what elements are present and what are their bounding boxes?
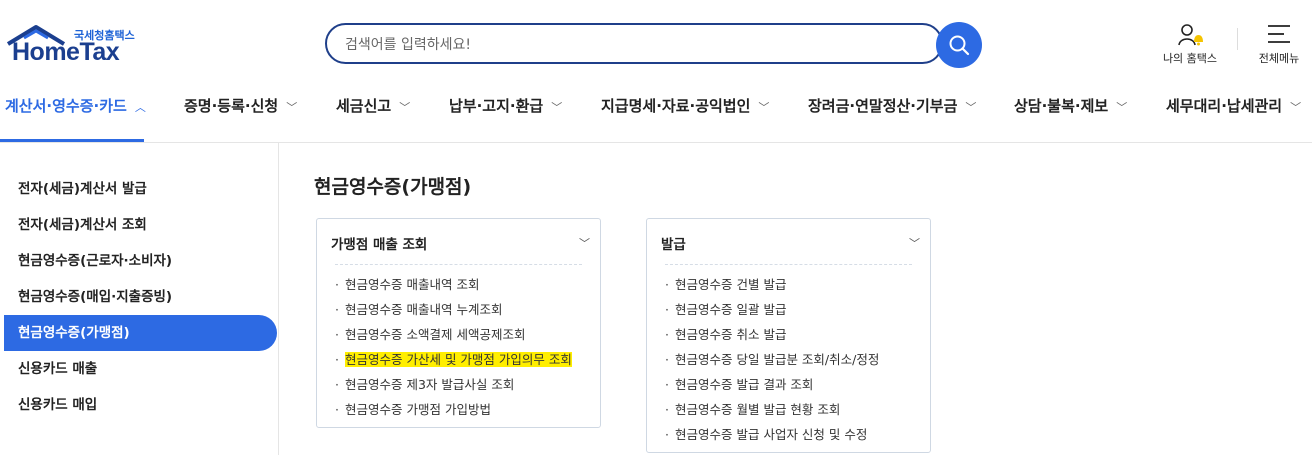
gnb-item-incentives[interactable]: 장려금·연말정산·기부금 ﹀ — [808, 95, 976, 116]
chevron-down-icon[interactable]: ﹀ — [579, 235, 590, 251]
list-item[interactable]: · 현금영수증 가맹점 가입방법 — [335, 397, 572, 422]
chevron-down-icon: ﹀ — [399, 101, 411, 114]
gnb-item-label: 세금신고 — [336, 97, 392, 115]
chevron-down-icon: ﹀ — [758, 101, 770, 114]
card-divider — [335, 264, 582, 265]
chevron-down-icon: ﹀ — [1290, 101, 1302, 114]
sidebar-item-e-invoice-inquiry[interactable]: 전자(세금)계산서 조회 — [0, 207, 277, 243]
chevron-down-icon: ﹀ — [551, 101, 563, 114]
all-menu-button[interactable]: 전체메뉴 — [1252, 20, 1306, 66]
global-nav: 계산서·영수증·카드 ︿ 증명·등록·신청 ﹀ 세금신고 ﹀ 납부·고지·환급 ﹀ 지급… — [0, 80, 1312, 143]
card-issuance: 발급 ﹀ · 현금영수증 건별 발급 · 현금영수증 일괄 발급 · 현금영수증 취소… — [646, 218, 931, 453]
sidebar-item-credit-card-sales[interactable]: 신용카드 매출 — [0, 351, 277, 387]
search-box — [325, 23, 943, 64]
hometax-logo[interactable]: 국세청홈택스 HomeTax — [6, 24, 146, 68]
list-item[interactable]: · 현금영수증 당일 발급분 조회/취소/정정 — [665, 347, 879, 372]
my-hometax-button[interactable]: 나의 홈택스 — [1158, 20, 1222, 66]
list-item[interactable]: · 현금영수증 발급 사업자 신청 및 수정 — [665, 422, 879, 447]
gnb-item-label: 상담·불복·제보 — [1014, 97, 1109, 115]
sidebar-item-e-invoice-issue[interactable]: 전자(세금)계산서 발급 — [0, 171, 277, 207]
chevron-down-icon: ﹀ — [286, 101, 298, 114]
card-divider — [665, 264, 912, 265]
sidebar-item-cash-receipt-merchant[interactable]: 현금영수증(가맹점) — [4, 315, 277, 351]
hamburger-icon — [1268, 25, 1290, 43]
gnb-item-tax-return[interactable]: 세금신고 ﹀ — [336, 95, 410, 116]
side-nav: 전자(세금)계산서 발급 전자(세금)계산서 조회 현금영수증(근로자·소비자)… — [0, 143, 279, 455]
search-button[interactable] — [936, 22, 982, 68]
list-item[interactable]: · 현금영수증 취소 발급 — [665, 322, 879, 347]
all-menu-label: 전체메뉴 — [1258, 52, 1300, 65]
list-item[interactable]: · 현금영수증 매출내역 조회 — [335, 272, 572, 297]
gnb-item-label: 세무대리·납세관리 — [1166, 97, 1283, 115]
list-item[interactable]: · 현금영수증 월별 발급 현황 조회 — [665, 397, 879, 422]
gnb-item-label: 장려금·연말정산·기부금 — [808, 97, 958, 115]
sidebar-item-credit-card-purchase[interactable]: 신용카드 매입 — [0, 387, 277, 423]
card-link-list: · 현금영수증 매출내역 조회 · 현금영수증 매출내역 누계조회 · 현금영수증 소… — [335, 272, 572, 422]
gnb-item-payment-statements[interactable]: 지급명세·자료·공익법인 ﹀ — [601, 95, 769, 116]
card-merchant-sales-inquiry: 가맹점 매출 조회 ﹀ · 현금영수증 매출내역 조회 · 현금영수증 매출내역 누… — [316, 218, 601, 428]
user-bell-icon — [1178, 24, 1203, 46]
logo-english-text: HomeTax — [12, 38, 120, 66]
list-item[interactable]: · 현금영수증 건별 발급 — [665, 272, 879, 297]
list-item[interactable]: · 현금영수증 매출내역 누계조회 — [335, 297, 572, 322]
search-icon — [949, 35, 970, 56]
chevron-down-icon: ﹀ — [965, 101, 977, 114]
chevron-down-icon: ﹀ — [1116, 101, 1128, 114]
gnb-item-certificates[interactable]: 증명·등록·신청 ﹀ — [184, 95, 297, 116]
list-item[interactable]: · 현금영수증 발급 결과 조회 — [665, 372, 879, 397]
gnb-item-invoices-receipts-cards[interactable]: 계산서·영수증·카드 ︿ — [5, 95, 146, 116]
list-item[interactable]: · 현금영수증 일괄 발급 — [665, 297, 879, 322]
header: 국세청홈택스 HomeTax 나의 홈택스 — [0, 0, 1312, 80]
gnb-item-label: 지급명세·자료·공익법인 — [601, 97, 751, 115]
card-heading: 가맹점 매출 조회 — [331, 237, 428, 253]
chevron-down-icon[interactable]: ﹀ — [909, 235, 920, 251]
sidebar-item-cash-receipt-consumer[interactable]: 현금영수증(근로자·소비자) — [0, 243, 277, 279]
search-input[interactable] — [343, 33, 907, 57]
page-title: 현금영수증(가맹점) — [314, 176, 472, 198]
list-item[interactable]: · 현금영수증 제3자 발급사실 조회 — [335, 372, 572, 397]
gnb-item-label: 증명·등록·신청 — [184, 97, 279, 115]
sidebar-item-cash-receipt-purchase[interactable]: 현금영수증(매입·지출증빙) — [0, 279, 277, 315]
list-item-highlighted[interactable]: · 현금영수증 가산세 및 가맹점 가입의무 조회 — [335, 347, 572, 372]
chevron-up-icon: ︿ — [134, 101, 146, 114]
my-hometax-label: 나의 홈택스 — [1162, 52, 1218, 65]
list-item[interactable]: · 현금영수증 소액결제 세액공제조회 — [335, 322, 572, 347]
card-link-list: · 현금영수증 건별 발급 · 현금영수증 일괄 발급 · 현금영수증 취소 발급 ·… — [665, 272, 879, 447]
gnb-item-tax-agent[interactable]: 세무대리·납세관리 ﹀ — [1166, 95, 1301, 116]
header-divider — [1237, 28, 1238, 50]
gnb-item-label: 납부·고지·환급 — [449, 97, 544, 115]
gnb-item-consultation[interactable]: 상담·불복·제보 ﹀ — [1014, 95, 1127, 116]
gnb-item-label: 계산서·영수증·카드 — [5, 97, 127, 115]
gnb-item-payment[interactable]: 납부·고지·환급 ﹀ — [449, 95, 562, 116]
card-heading: 발급 — [661, 237, 686, 253]
gnb-active-indicator — [0, 139, 144, 142]
